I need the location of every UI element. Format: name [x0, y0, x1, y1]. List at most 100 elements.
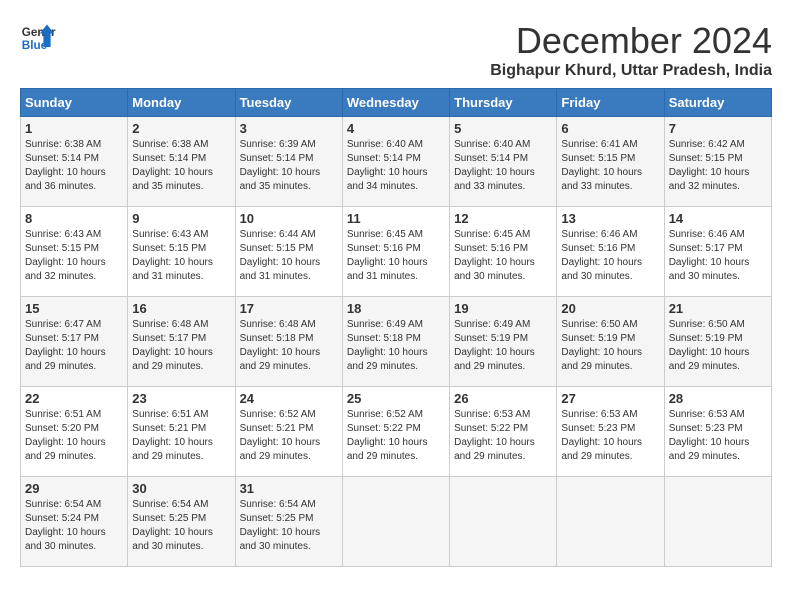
day-number: 17: [240, 301, 338, 316]
calendar-cell: 26 Sunrise: 6:53 AM Sunset: 5:22 PM Dayl…: [450, 387, 557, 477]
weekday-header-sunday: Sunday: [21, 89, 128, 117]
day-info: Sunrise: 6:53 AM Sunset: 5:23 PM Dayligh…: [669, 408, 767, 464]
day-info: Sunrise: 6:52 AM Sunset: 5:21 PM Dayligh…: [240, 408, 338, 464]
weekday-header-monday: Monday: [128, 89, 235, 117]
logo-icon: General Blue: [20, 20, 56, 56]
day-info: Sunrise: 6:51 AM Sunset: 5:21 PM Dayligh…: [132, 408, 230, 464]
day-number: 8: [25, 211, 123, 226]
week-row-2: 8 Sunrise: 6:43 AM Sunset: 5:15 PM Dayli…: [21, 207, 772, 297]
day-number: 22: [25, 391, 123, 406]
day-info: Sunrise: 6:46 AM Sunset: 5:16 PM Dayligh…: [561, 228, 659, 284]
calendar-cell: 31 Sunrise: 6:54 AM Sunset: 5:25 PM Dayl…: [235, 477, 342, 567]
day-info: Sunrise: 6:43 AM Sunset: 5:15 PM Dayligh…: [25, 228, 123, 284]
day-number: 4: [347, 121, 445, 136]
day-info: Sunrise: 6:49 AM Sunset: 5:18 PM Dayligh…: [347, 318, 445, 374]
day-info: Sunrise: 6:45 AM Sunset: 5:16 PM Dayligh…: [454, 228, 552, 284]
week-row-4: 22 Sunrise: 6:51 AM Sunset: 5:20 PM Dayl…: [21, 387, 772, 477]
day-info: Sunrise: 6:54 AM Sunset: 5:25 PM Dayligh…: [132, 498, 230, 554]
day-number: 25: [347, 391, 445, 406]
day-info: Sunrise: 6:41 AM Sunset: 5:15 PM Dayligh…: [561, 138, 659, 194]
header: General Blue December 2024 Bighapur Khur…: [20, 20, 772, 80]
day-number: 6: [561, 121, 659, 136]
day-info: Sunrise: 6:48 AM Sunset: 5:18 PM Dayligh…: [240, 318, 338, 374]
weekday-header-friday: Friday: [557, 89, 664, 117]
calendar-cell: [450, 477, 557, 567]
week-row-1: 1 Sunrise: 6:38 AM Sunset: 5:14 PM Dayli…: [21, 117, 772, 207]
day-number: 26: [454, 391, 552, 406]
day-number: 13: [561, 211, 659, 226]
day-info: Sunrise: 6:38 AM Sunset: 5:14 PM Dayligh…: [25, 138, 123, 194]
week-row-3: 15 Sunrise: 6:47 AM Sunset: 5:17 PM Dayl…: [21, 297, 772, 387]
calendar-table: SundayMondayTuesdayWednesdayThursdayFrid…: [20, 88, 772, 567]
calendar-cell: 18 Sunrise: 6:49 AM Sunset: 5:18 PM Dayl…: [342, 297, 449, 387]
day-info: Sunrise: 6:54 AM Sunset: 5:25 PM Dayligh…: [240, 498, 338, 554]
day-number: 15: [25, 301, 123, 316]
calendar-cell: 15 Sunrise: 6:47 AM Sunset: 5:17 PM Dayl…: [21, 297, 128, 387]
day-info: Sunrise: 6:39 AM Sunset: 5:14 PM Dayligh…: [240, 138, 338, 194]
calendar-cell: 20 Sunrise: 6:50 AM Sunset: 5:19 PM Dayl…: [557, 297, 664, 387]
day-number: 10: [240, 211, 338, 226]
calendar-cell: 13 Sunrise: 6:46 AM Sunset: 5:16 PM Dayl…: [557, 207, 664, 297]
day-info: Sunrise: 6:48 AM Sunset: 5:17 PM Dayligh…: [132, 318, 230, 374]
day-number: 12: [454, 211, 552, 226]
logo: General Blue: [20, 20, 56, 56]
calendar-cell: 19 Sunrise: 6:49 AM Sunset: 5:19 PM Dayl…: [450, 297, 557, 387]
calendar-cell: 7 Sunrise: 6:42 AM Sunset: 5:15 PM Dayli…: [664, 117, 771, 207]
day-info: Sunrise: 6:54 AM Sunset: 5:24 PM Dayligh…: [25, 498, 123, 554]
calendar-cell: 22 Sunrise: 6:51 AM Sunset: 5:20 PM Dayl…: [21, 387, 128, 477]
calendar-cell: [557, 477, 664, 567]
day-number: 30: [132, 481, 230, 496]
day-number: 11: [347, 211, 445, 226]
calendar-cell: 1 Sunrise: 6:38 AM Sunset: 5:14 PM Dayli…: [21, 117, 128, 207]
day-info: Sunrise: 6:46 AM Sunset: 5:17 PM Dayligh…: [669, 228, 767, 284]
calendar-cell: 21 Sunrise: 6:50 AM Sunset: 5:19 PM Dayl…: [664, 297, 771, 387]
calendar-cell: 27 Sunrise: 6:53 AM Sunset: 5:23 PM Dayl…: [557, 387, 664, 477]
weekday-header-tuesday: Tuesday: [235, 89, 342, 117]
calendar-cell: 5 Sunrise: 6:40 AM Sunset: 5:14 PM Dayli…: [450, 117, 557, 207]
day-info: Sunrise: 6:44 AM Sunset: 5:15 PM Dayligh…: [240, 228, 338, 284]
calendar-cell: 10 Sunrise: 6:44 AM Sunset: 5:15 PM Dayl…: [235, 207, 342, 297]
calendar-cell: 12 Sunrise: 6:45 AM Sunset: 5:16 PM Dayl…: [450, 207, 557, 297]
day-info: Sunrise: 6:49 AM Sunset: 5:19 PM Dayligh…: [454, 318, 552, 374]
day-info: Sunrise: 6:53 AM Sunset: 5:22 PM Dayligh…: [454, 408, 552, 464]
calendar-cell: 8 Sunrise: 6:43 AM Sunset: 5:15 PM Dayli…: [21, 207, 128, 297]
day-number: 31: [240, 481, 338, 496]
day-number: 14: [669, 211, 767, 226]
calendar-cell: 4 Sunrise: 6:40 AM Sunset: 5:14 PM Dayli…: [342, 117, 449, 207]
day-number: 19: [454, 301, 552, 316]
day-number: 7: [669, 121, 767, 136]
day-info: Sunrise: 6:51 AM Sunset: 5:20 PM Dayligh…: [25, 408, 123, 464]
calendar-subtitle: Bighapur Khurd, Uttar Pradesh, India: [490, 62, 772, 80]
calendar-cell: 23 Sunrise: 6:51 AM Sunset: 5:21 PM Dayl…: [128, 387, 235, 477]
day-number: 27: [561, 391, 659, 406]
calendar-cell: 25 Sunrise: 6:52 AM Sunset: 5:22 PM Dayl…: [342, 387, 449, 477]
day-number: 29: [25, 481, 123, 496]
calendar-cell: 24 Sunrise: 6:52 AM Sunset: 5:21 PM Dayl…: [235, 387, 342, 477]
day-number: 20: [561, 301, 659, 316]
weekday-header-saturday: Saturday: [664, 89, 771, 117]
day-number: 21: [669, 301, 767, 316]
week-row-5: 29 Sunrise: 6:54 AM Sunset: 5:24 PM Dayl…: [21, 477, 772, 567]
calendar-cell: [664, 477, 771, 567]
weekday-header-thursday: Thursday: [450, 89, 557, 117]
day-info: Sunrise: 6:43 AM Sunset: 5:15 PM Dayligh…: [132, 228, 230, 284]
day-info: Sunrise: 6:52 AM Sunset: 5:22 PM Dayligh…: [347, 408, 445, 464]
calendar-cell: 6 Sunrise: 6:41 AM Sunset: 5:15 PM Dayli…: [557, 117, 664, 207]
day-number: 23: [132, 391, 230, 406]
day-number: 5: [454, 121, 552, 136]
weekday-header-row: SundayMondayTuesdayWednesdayThursdayFrid…: [21, 89, 772, 117]
day-info: Sunrise: 6:42 AM Sunset: 5:15 PM Dayligh…: [669, 138, 767, 194]
day-info: Sunrise: 6:38 AM Sunset: 5:14 PM Dayligh…: [132, 138, 230, 194]
day-info: Sunrise: 6:47 AM Sunset: 5:17 PM Dayligh…: [25, 318, 123, 374]
title-section: December 2024 Bighapur Khurd, Uttar Prad…: [490, 20, 772, 80]
calendar-cell: [342, 477, 449, 567]
calendar-cell: 3 Sunrise: 6:39 AM Sunset: 5:14 PM Dayli…: [235, 117, 342, 207]
day-number: 3: [240, 121, 338, 136]
day-number: 24: [240, 391, 338, 406]
calendar-cell: 28 Sunrise: 6:53 AM Sunset: 5:23 PM Dayl…: [664, 387, 771, 477]
day-info: Sunrise: 6:53 AM Sunset: 5:23 PM Dayligh…: [561, 408, 659, 464]
calendar-cell: 11 Sunrise: 6:45 AM Sunset: 5:16 PM Dayl…: [342, 207, 449, 297]
calendar-cell: 9 Sunrise: 6:43 AM Sunset: 5:15 PM Dayli…: [128, 207, 235, 297]
calendar-cell: 14 Sunrise: 6:46 AM Sunset: 5:17 PM Dayl…: [664, 207, 771, 297]
day-info: Sunrise: 6:40 AM Sunset: 5:14 PM Dayligh…: [454, 138, 552, 194]
